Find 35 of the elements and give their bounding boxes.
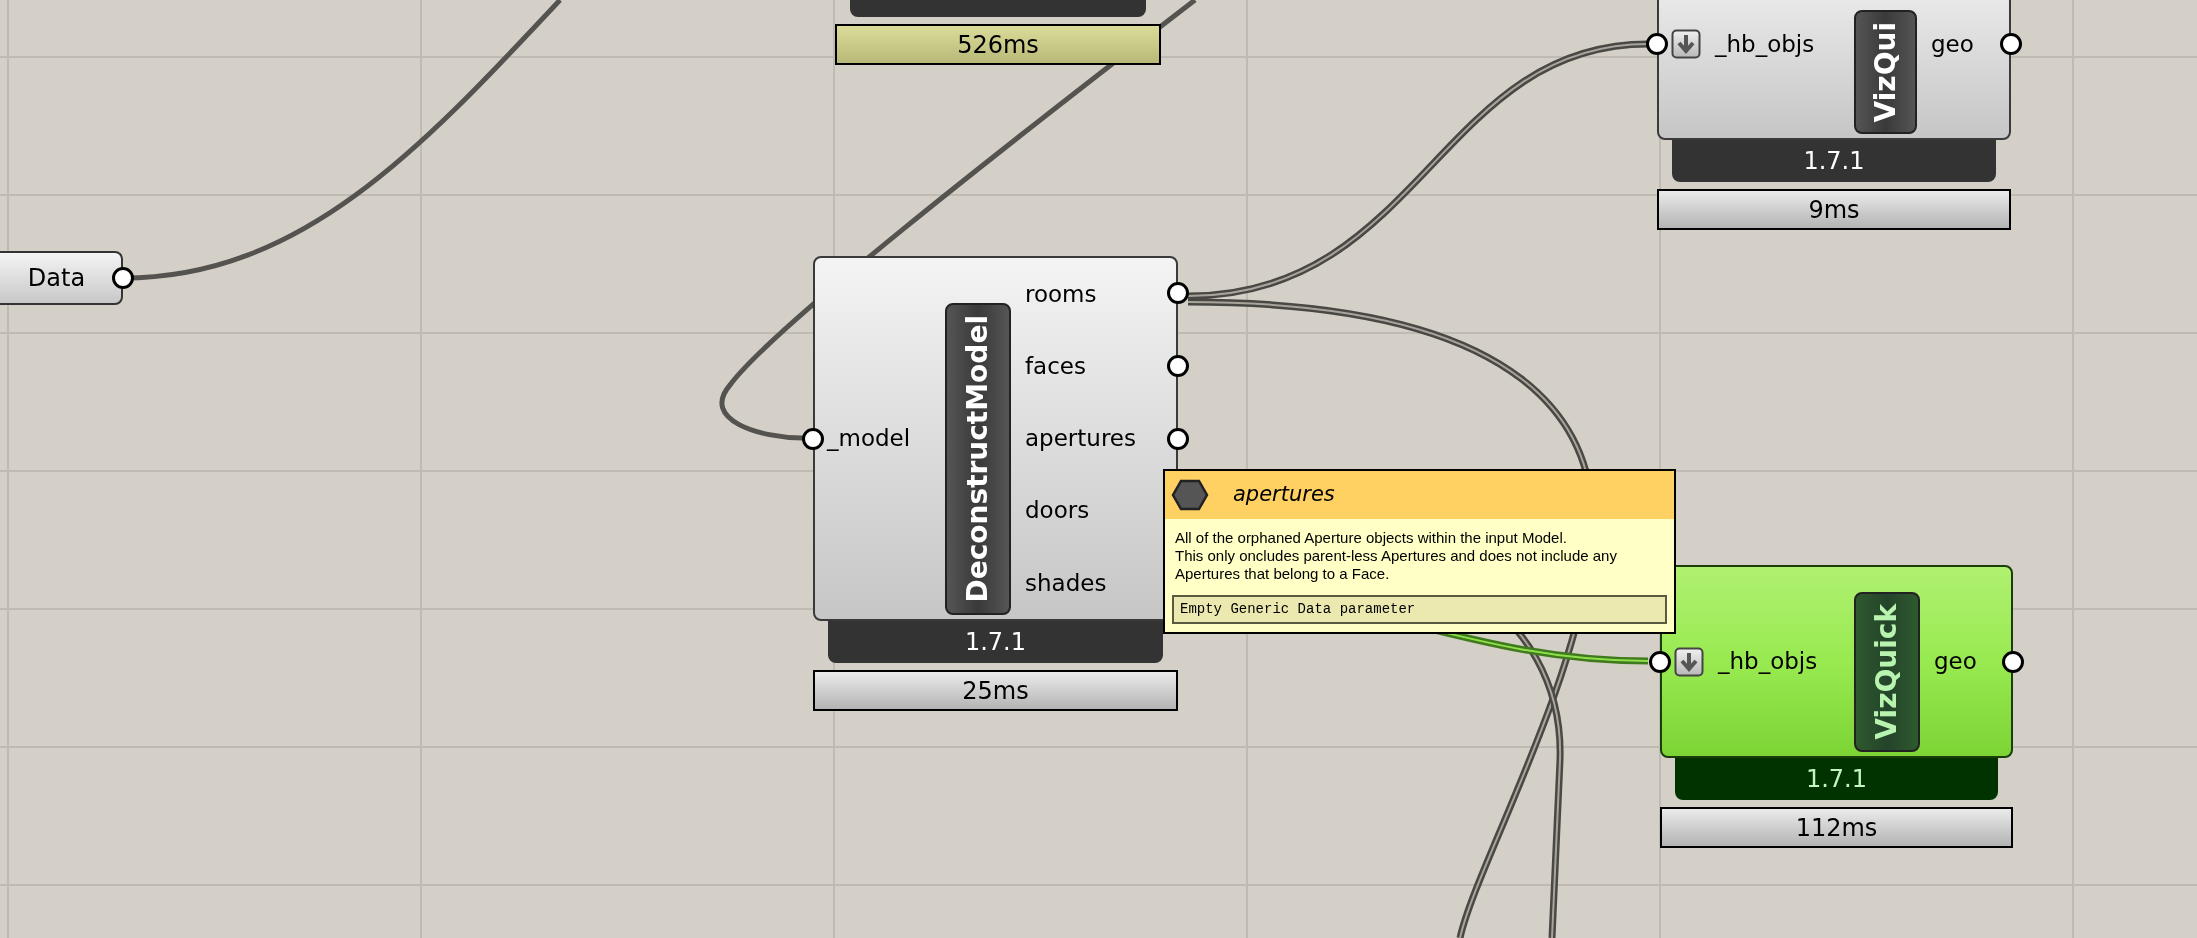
output-label: geo bbox=[1934, 647, 1977, 677]
output-label: doors bbox=[1025, 496, 1090, 526]
output-port[interactable] bbox=[112, 267, 134, 289]
output-label: apertures bbox=[1025, 424, 1136, 454]
component-body[interactable]: _hb_objs VizQui geo bbox=[1657, 0, 2011, 140]
input-port[interactable] bbox=[1649, 650, 1671, 673]
input-label: _hb_objs bbox=[1715, 29, 1815, 59]
timing-bar: 526ms bbox=[835, 24, 1161, 65]
component-title: DeconstructModel bbox=[945, 303, 1011, 615]
timing-bar: 112ms bbox=[1660, 807, 2013, 848]
version-bar: 1.7.1 bbox=[1675, 758, 1998, 800]
output-label: geo bbox=[1931, 29, 1974, 59]
output-label: rooms bbox=[1025, 279, 1097, 309]
timing-bar: 25ms bbox=[813, 670, 1178, 711]
tooltip-description: All of the orphaned Aperture objects within the input Model. bbox=[1175, 529, 1568, 547]
component-title: VizQui bbox=[1854, 9, 1917, 134]
hexagon-icon bbox=[1171, 479, 1209, 511]
input-label: _model bbox=[827, 424, 911, 454]
parameter-label: Data bbox=[26, 263, 86, 294]
timing-bar: 9ms bbox=[1657, 189, 2011, 230]
component-body[interactable]: _hb_objs VizQuick geo bbox=[1660, 565, 2013, 758]
input-label: _hb_objs bbox=[1718, 647, 1818, 677]
output-label: shades bbox=[1025, 568, 1107, 598]
status-message: Empty Generic Data parameter bbox=[1172, 595, 1667, 624]
output-label: faces bbox=[1025, 352, 1086, 382]
input-port[interactable] bbox=[1646, 33, 1668, 55]
version-bar: 1.7.1 bbox=[1672, 140, 1996, 182]
input-port[interactable] bbox=[802, 427, 824, 450]
tooltip-title: apertures bbox=[1233, 481, 1335, 509]
tooltip-description: This only oncludes parent-less Apertures and does not include any bbox=[1175, 547, 1618, 565]
output-port[interactable] bbox=[2000, 33, 2022, 55]
version-bar: 1.7.1 bbox=[828, 621, 1163, 663]
data-parameter[interactable]: Data bbox=[0, 251, 123, 305]
tooltip-description: Apertures that belong to a Face. bbox=[1175, 565, 1391, 583]
component-title: VizQuick bbox=[1854, 592, 1920, 752]
